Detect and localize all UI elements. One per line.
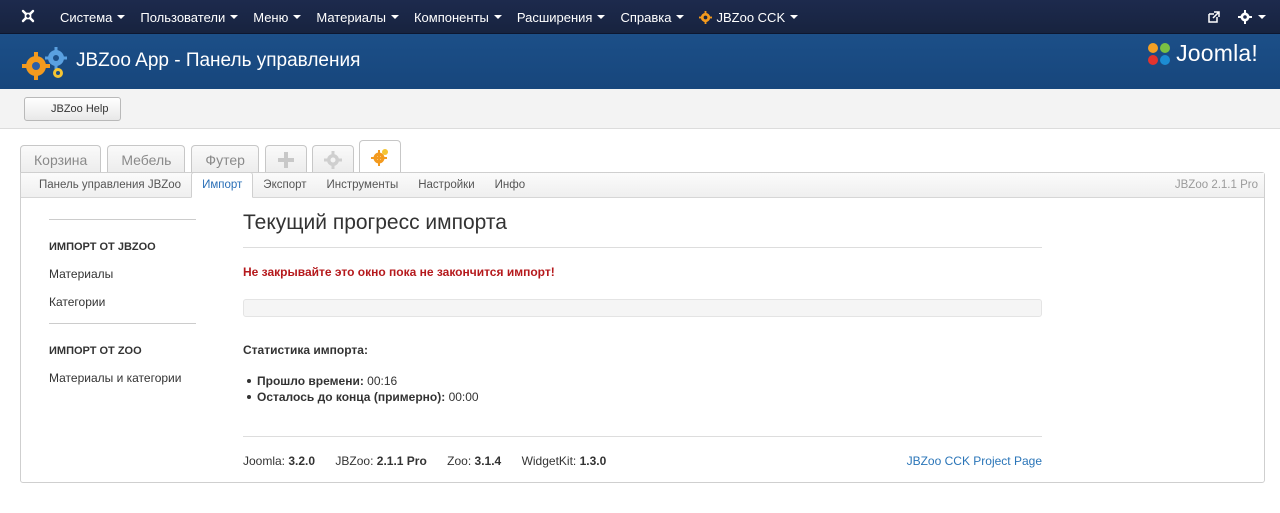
- sidebar-section-zoo-import: ИМПОРТ ОТ ZOO: [49, 345, 142, 357]
- version-joomla: Joomla: 3.2.0: [243, 454, 315, 468]
- menu-system-label: Система: [60, 9, 113, 25]
- stat-remaining-time: Осталось до конца (примерно): 00:00: [247, 389, 1042, 405]
- jbzoo-gear-icon: [370, 149, 388, 166]
- app-tabs: Корзина Мебель Футер: [20, 140, 406, 173]
- version-footer: Joomla: 3.2.0 JBZoo: 2.1.1 Pro Zoo: 3.1.…: [243, 436, 1042, 468]
- main-menu: Система Пользователи Меню Материалы Комп…: [60, 0, 813, 34]
- jbzoo-gear-icon: [699, 10, 713, 24]
- gear-icon: [323, 150, 342, 169]
- app-tab-label: Мебель: [121, 151, 172, 168]
- app-tab-label: Корзина: [34, 151, 88, 168]
- jbzoo-gears-logo: [22, 47, 67, 80]
- tab-settings[interactable]: Настройки: [408, 173, 484, 197]
- project-page-link[interactable]: JBZoo CCK Project Page: [907, 454, 1042, 468]
- chevron-down-icon: [117, 15, 126, 19]
- stat-value: 00:16: [367, 374, 398, 388]
- stat-value: 00:00: [448, 390, 479, 404]
- sub-navigation: Панель управления JBZoo Импорт Экспорт И…: [21, 172, 1264, 198]
- version-value: 2.1.1 Pro: [376, 454, 427, 468]
- chevron-down-icon: [493, 15, 502, 19]
- menu-users[interactable]: Пользователи: [140, 9, 239, 25]
- stat-label: Осталось до конца (примерно):: [257, 390, 446, 404]
- sidebar: ИМПОРТ ОТ JBZOO Материалы Категории ИМПО…: [49, 219, 196, 385]
- menu-extensions[interactable]: Расширения: [517, 10, 606, 25]
- menu-components[interactable]: Компоненты: [414, 10, 502, 25]
- external-link-icon[interactable]: [1208, 11, 1220, 23]
- app-tab-footer[interactable]: Футер: [191, 145, 259, 173]
- chevron-down-icon: [597, 15, 606, 19]
- app-tab-cart[interactable]: Корзина: [20, 145, 102, 173]
- menu-system[interactable]: Система: [60, 9, 126, 25]
- app-tab-furniture[interactable]: Мебель: [107, 145, 186, 173]
- version-name: JBZoo:: [335, 454, 374, 468]
- version-widgetkit: WidgetKit: 1.3.0: [522, 454, 607, 468]
- import-content: Текущий прогресс импорта Не закрывайте э…: [243, 211, 1042, 405]
- gear-icon: [1238, 10, 1252, 24]
- version-name: Zoo:: [447, 454, 472, 468]
- menu-menus[interactable]: Меню: [253, 9, 302, 25]
- sidebar-link-items[interactable]: Материалы: [49, 267, 196, 281]
- jbzoo-app-tab[interactable]: [358, 140, 401, 173]
- stats-list: Прошло времени: 00:16 Осталось до конца …: [243, 373, 1042, 405]
- add-app-tab[interactable]: [264, 145, 307, 173]
- jbzoo-help-button[interactable]: JBZoo Help: [24, 97, 122, 121]
- version-name: WidgetKit:: [521, 454, 577, 468]
- sidebar-link-items-categories[interactable]: Материалы и категории: [49, 371, 196, 385]
- menu-users-label: Пользователи: [140, 9, 226, 25]
- tab-export[interactable]: Экспорт: [253, 173, 316, 197]
- section-title: Текущий прогресс импорта: [243, 211, 1042, 248]
- warning-message: Не закрывайте это окно пока не закончитс…: [243, 265, 555, 279]
- page-title: JBZoo App - Панель управления: [76, 50, 361, 71]
- zoo-settings-tab[interactable]: [311, 145, 354, 173]
- chevron-down-icon: [676, 15, 685, 19]
- page-header: JBZoo App - Панель управления Joomla!: [0, 34, 1280, 89]
- user-settings-menu[interactable]: [1238, 10, 1266, 24]
- menu-jbzoo-cck[interactable]: JBZoo CCK: [699, 9, 799, 25]
- menu-jbzoo-cck-label: JBZoo CCK: [716, 9, 786, 25]
- menu-extensions-label: Расширения: [516, 9, 593, 25]
- joomla-logo-icon: [1148, 42, 1171, 65]
- menu-help-label: Справка: [620, 9, 672, 25]
- stats-title: Статистика импорта:: [243, 343, 368, 357]
- top-menu-bar: Система Пользователи Меню Материалы Комп…: [0, 0, 1280, 34]
- tab-dashboard[interactable]: Панель управления JBZoo: [29, 173, 191, 197]
- menu-content[interactable]: Материалы: [316, 10, 399, 25]
- tab-tools[interactable]: Инструменты: [317, 173, 409, 197]
- chevron-down-icon: [790, 15, 799, 19]
- version-value: 1.3.0: [579, 454, 607, 468]
- plus-icon: [277, 151, 294, 168]
- import-progress-bar: [243, 299, 1042, 317]
- app-tab-label: Футер: [205, 151, 245, 168]
- version-label: JBZoo 2.1.1 Pro: [1174, 179, 1258, 191]
- tab-import[interactable]: Импорт: [191, 172, 254, 198]
- version-jbzoo: JBZoo: 2.1.1 Pro: [335, 454, 426, 468]
- stat-elapsed-time: Прошло времени: 00:16: [247, 373, 1042, 389]
- menu-content-label: Материалы: [316, 9, 386, 25]
- joomla-menu-icon[interactable]: [20, 8, 36, 24]
- joomla-brand-text: Joomla!: [1176, 40, 1258, 66]
- divider: [49, 323, 196, 324]
- sidebar-link-categories[interactable]: Категории: [49, 295, 196, 309]
- divider: [49, 219, 196, 220]
- chevron-down-icon: [293, 15, 302, 19]
- top-right-tools: [1208, 0, 1266, 34]
- menu-components-label: Компоненты: [413, 9, 489, 25]
- version-name: Joomla:: [243, 454, 286, 468]
- chevron-down-icon: [1258, 15, 1266, 19]
- joomla-logo: Joomla!: [1146, 40, 1258, 67]
- toolbar: JBZoo Help: [0, 89, 1280, 129]
- sidebar-section-jbzoo-import: ИМПОРТ ОТ JBZOO: [49, 241, 156, 253]
- version-value: 3.2.0: [288, 454, 316, 468]
- tab-info[interactable]: Инфо: [485, 173, 535, 197]
- chevron-down-icon: [390, 15, 399, 19]
- menu-help[interactable]: Справка: [620, 9, 685, 25]
- stat-label: Прошло времени:: [257, 374, 364, 388]
- menu-menus-label: Меню: [253, 9, 289, 25]
- chevron-down-icon: [230, 15, 239, 19]
- version-zoo: Zoo: 3.1.4: [447, 454, 501, 468]
- jbzoo-help-label: JBZoo Help: [51, 103, 109, 115]
- main-panel: Панель управления JBZoo Импорт Экспорт И…: [20, 172, 1265, 483]
- version-value: 3.1.4: [474, 454, 502, 468]
